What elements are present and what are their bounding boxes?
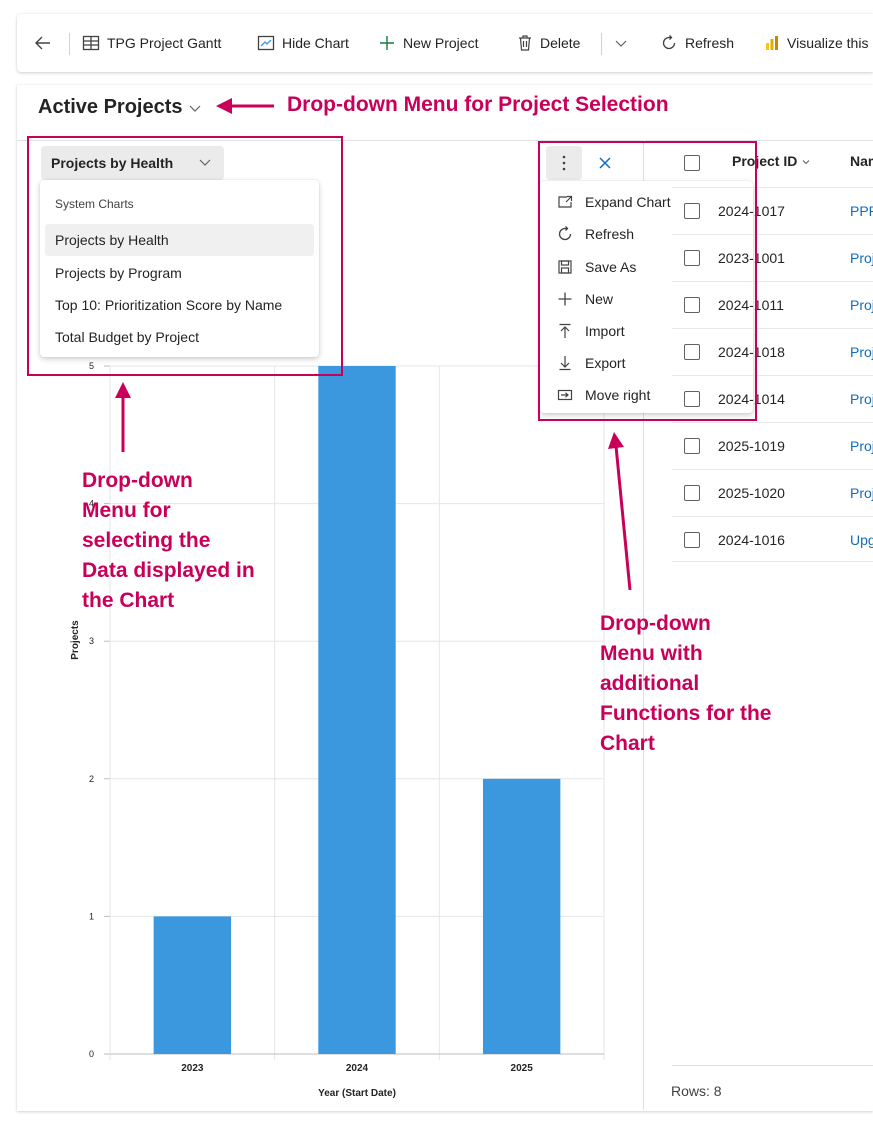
cell-project-id: 2025-1019 xyxy=(718,438,785,454)
annotation-line: Drop-down Menu for Project Selection xyxy=(287,93,669,116)
annotation-line: Functions for the xyxy=(600,702,772,725)
annotation-box-chart-menu xyxy=(538,141,757,421)
annotation-chart-data: Drop-down Menu for selecting the Data di… xyxy=(82,466,255,616)
row-checkbox[interactable] xyxy=(684,532,700,548)
annotation-box-chart-selector xyxy=(27,136,343,376)
table-row[interactable]: 2024-1016 Upg xyxy=(672,516,873,563)
annotation-line: Menu for xyxy=(82,499,171,522)
annotation-project-selection: Drop-down Menu for Project Selection xyxy=(287,90,669,120)
annotation-line: Chart xyxy=(600,732,655,755)
cell-name-link[interactable]: Proj xyxy=(850,250,873,266)
column-header-label: Name xyxy=(850,153,873,169)
annotation-line: Data displayed in xyxy=(82,559,255,582)
cell-name-link[interactable]: Proj xyxy=(850,344,873,360)
bar-2025 xyxy=(482,778,561,1054)
annotation-line: Drop-down xyxy=(82,469,193,492)
y-tick-label: 1 xyxy=(89,911,94,921)
column-header-name[interactable]: Name xyxy=(850,153,873,169)
y-tick-label: 0 xyxy=(89,1049,94,1059)
grid-footer-divider xyxy=(672,1065,873,1066)
y-axis-title: Projects xyxy=(70,620,81,660)
annotation-line: Drop-down xyxy=(600,612,711,635)
y-tick-label: 2 xyxy=(89,774,94,784)
cell-name-link[interactable]: Proj xyxy=(850,485,873,501)
cell-name-link[interactable]: Upg xyxy=(850,532,873,548)
x-tick-label: 2025 xyxy=(511,1063,534,1074)
row-checkbox[interactable] xyxy=(684,485,700,501)
cell-project-id: 2024-1016 xyxy=(718,532,785,548)
cell-project-id: 2025-1020 xyxy=(718,485,785,501)
rows-count: Rows: 8 xyxy=(671,1083,722,1099)
annotation-line: the Chart xyxy=(82,589,175,612)
bar-2023 xyxy=(153,916,232,1054)
x-tick-label: 2023 xyxy=(181,1063,204,1074)
table-row[interactable]: 2025-1020 Proj xyxy=(672,469,873,516)
row-checkbox[interactable] xyxy=(684,438,700,454)
x-tick-label: 2024 xyxy=(346,1063,369,1074)
table-row[interactable]: 2025-1019 Proj xyxy=(672,422,873,469)
annotation-line: Menu with xyxy=(600,642,703,665)
cell-name-link[interactable]: PPP xyxy=(850,203,873,219)
cell-name-link[interactable]: Proj xyxy=(850,438,873,454)
cell-name-link[interactable]: Proj xyxy=(850,297,873,313)
bar-2024 xyxy=(318,366,396,1054)
chevron-down-icon xyxy=(802,160,810,165)
annotation-line: selecting the xyxy=(82,529,211,552)
cell-name-link[interactable]: Proj xyxy=(850,391,873,407)
y-tick-label: 3 xyxy=(89,636,94,646)
grid-row-divider xyxy=(672,561,873,562)
annotation-line: additional xyxy=(600,672,700,695)
annotation-chart-functions: Drop-down Menu with additional Functions… xyxy=(600,609,772,759)
x-axis-title: Year (Start Date) xyxy=(318,1088,396,1099)
